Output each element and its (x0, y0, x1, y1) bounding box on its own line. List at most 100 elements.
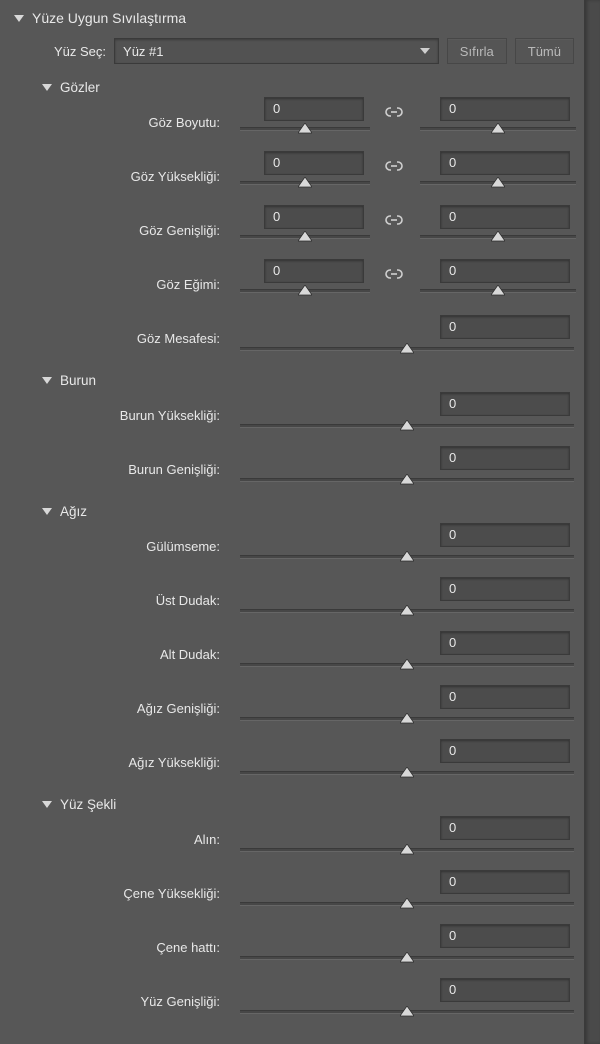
nose-width-slider[interactable] (240, 478, 574, 482)
upper-lip-input[interactable]: 0 (440, 577, 570, 601)
nose-width-input[interactable]: 0 (440, 446, 570, 470)
slider-thumb-icon[interactable] (400, 659, 414, 671)
eye-tilt-right-slider[interactable] (420, 289, 576, 293)
row-nose-height: Burun Yüksekliği: 0 (0, 390, 584, 444)
slider-thumb-icon[interactable] (400, 713, 414, 725)
slider-thumb-icon[interactable] (491, 123, 505, 135)
slider-thumb-icon[interactable] (400, 474, 414, 486)
slider-thumb-icon[interactable] (400, 898, 414, 910)
section-header-face-liquify[interactable]: Yüze Uygun Sıvılaştırma (0, 10, 584, 28)
row-upper-lip: Üst Dudak: 0 (0, 575, 584, 629)
forehead-slider[interactable] (240, 848, 574, 852)
lower-lip-input[interactable]: 0 (440, 631, 570, 655)
row-nose-width: Burun Genişliği: 0 (0, 444, 584, 498)
slider-thumb-icon[interactable] (298, 231, 312, 243)
eye-tilt-left-slider[interactable] (240, 289, 370, 293)
eye-size-left-slider[interactable] (240, 127, 370, 131)
face-width-slider[interactable] (240, 1010, 574, 1014)
slider-thumb-icon[interactable] (491, 285, 505, 297)
slider-thumb-icon[interactable] (491, 231, 505, 243)
nose-height-input[interactable]: 0 (440, 392, 570, 416)
row-mouth-width: Ağız Genişliği: 0 (0, 683, 584, 737)
row-label: Göz Boyutu: (0, 97, 230, 130)
row-smile: Gülümseme: 0 (0, 521, 584, 575)
face-width-input[interactable]: 0 (440, 978, 570, 1002)
mouth-height-input[interactable]: 0 (440, 739, 570, 763)
face-select-combo[interactable]: Yüz #1 (114, 38, 439, 64)
jawline-input[interactable]: 0 (440, 924, 570, 948)
row-mouth-height: Ağız Yüksekliği: 0 (0, 737, 584, 791)
slider-face-width: 0 (240, 976, 574, 1030)
section-header-mouth[interactable]: Ağız (0, 504, 584, 521)
smile-input[interactable]: 0 (440, 523, 570, 547)
section-header-eyes[interactable]: Gözler (0, 80, 584, 97)
row-eye-height: Göz Yüksekliği: 0 0 (0, 151, 584, 205)
slider-chin-height: 0 (240, 868, 574, 922)
slider-thumb-icon[interactable] (400, 1006, 414, 1018)
eye-height-right-input[interactable]: 0 (440, 151, 570, 175)
slider-thumb-icon[interactable] (400, 767, 414, 779)
mouth-width-slider[interactable] (240, 717, 574, 721)
eye-distance-input[interactable]: 0 (440, 315, 570, 339)
panel-scrollbar[interactable] (584, 0, 600, 1044)
mouth-width-input[interactable]: 0 (440, 685, 570, 709)
upper-lip-slider[interactable] (240, 609, 574, 613)
face-select-row: Yüz Seç: Yüz #1 Sıfırla Tümü (0, 28, 584, 74)
link-toggle-eye-width[interactable] (384, 211, 408, 231)
all-button[interactable]: Tümü (515, 38, 574, 64)
lower-lip-slider[interactable] (240, 663, 574, 667)
dual-slider-eye-height: 0 0 (240, 151, 580, 205)
nose-height-slider[interactable] (240, 424, 574, 428)
eye-tilt-right-input[interactable]: 0 (440, 259, 570, 283)
slider-thumb-icon[interactable] (400, 952, 414, 964)
chin-height-slider[interactable] (240, 902, 574, 906)
eye-height-right-slider[interactable] (420, 181, 576, 185)
eye-width-left-slider[interactable] (240, 235, 370, 239)
slider-thumb-icon[interactable] (298, 123, 312, 135)
eye-tilt-left-input[interactable]: 0 (264, 259, 364, 283)
reset-button[interactable]: Sıfırla (447, 38, 507, 64)
slider-thumb-icon[interactable] (400, 551, 414, 563)
slider-thumb-icon[interactable] (491, 177, 505, 189)
eye-size-right-slider[interactable] (420, 127, 576, 131)
eye-size-right-input[interactable]: 0 (440, 97, 570, 121)
eye-width-right-input[interactable]: 0 (440, 205, 570, 229)
jawline-slider[interactable] (240, 956, 574, 960)
row-label: Göz Eğimi: (0, 259, 230, 292)
link-toggle-eye-height[interactable] (384, 157, 408, 177)
row-label: Ağız Yüksekliği: (0, 737, 230, 770)
group-face-shape: Yüz Şekli Alın: 0 Çene Yüksekliği: 0 Çen… (0, 797, 584, 1030)
eye-distance-slider[interactable] (240, 347, 574, 351)
mouth-height-slider[interactable] (240, 771, 574, 775)
section-header-nose[interactable]: Burun (0, 373, 584, 390)
section-header-face-shape[interactable]: Yüz Şekli (0, 797, 584, 814)
row-label: Göz Yüksekliği: (0, 151, 230, 184)
group-eyes: Gözler Göz Boyutu: 0 0 Göz Yüksekliği: 0… (0, 80, 584, 367)
row-eye-size: Göz Boyutu: 0 0 (0, 97, 584, 151)
slider-thumb-icon[interactable] (400, 605, 414, 617)
slider-upper-lip: 0 (240, 575, 574, 629)
slider-thumb-icon[interactable] (400, 844, 414, 856)
slider-eye-distance: 0 (240, 313, 574, 367)
eye-height-left-input[interactable]: 0 (264, 151, 364, 175)
chin-height-input[interactable]: 0 (440, 870, 570, 894)
forehead-input[interactable]: 0 (440, 816, 570, 840)
link-toggle-eye-size[interactable] (384, 103, 408, 123)
panel-title: Yüze Uygun Sıvılaştırma (32, 10, 186, 26)
slider-thumb-icon[interactable] (400, 420, 414, 432)
eye-size-left-input[interactable]: 0 (264, 97, 364, 121)
eye-height-left-slider[interactable] (240, 181, 370, 185)
eye-width-right-slider[interactable] (420, 235, 576, 239)
link-toggle-eye-tilt[interactable] (384, 265, 408, 285)
group-nose: Burun Burun Yüksekliği: 0 Burun Genişliğ… (0, 373, 584, 498)
slider-thumb-icon[interactable] (400, 343, 414, 355)
eye-width-left-input[interactable]: 0 (264, 205, 364, 229)
smile-slider[interactable] (240, 555, 574, 559)
dual-slider-eye-size: 0 0 (240, 97, 580, 151)
row-jawline: Çene hattı: 0 (0, 922, 584, 976)
slider-thumb-icon[interactable] (298, 177, 312, 189)
row-label: Alın: (0, 814, 230, 847)
disclosure-triangle-icon (42, 377, 52, 384)
slider-thumb-icon[interactable] (298, 285, 312, 297)
row-label: Göz Genişliği: (0, 205, 230, 238)
